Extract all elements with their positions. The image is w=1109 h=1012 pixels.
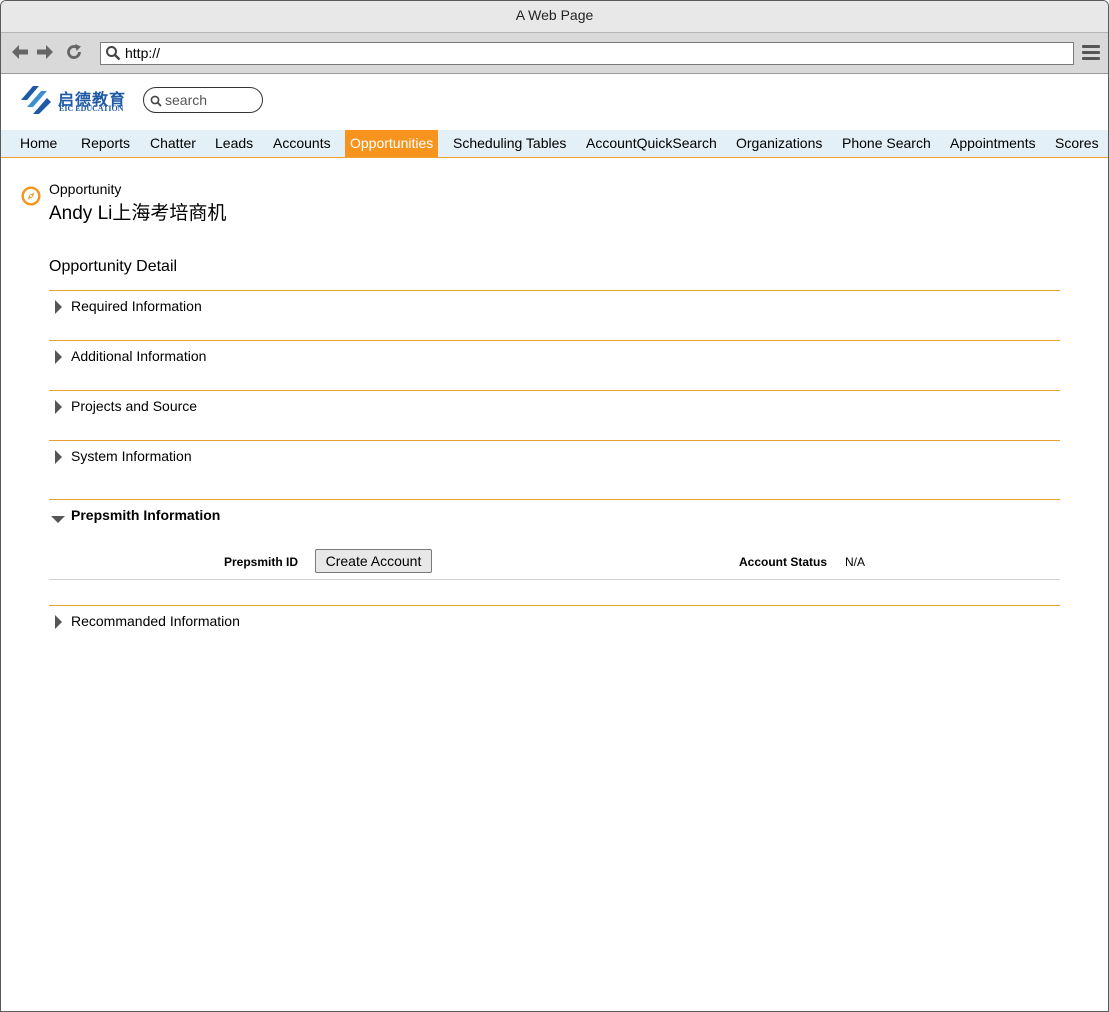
tab-phone-search[interactable]: Phone Search [832, 130, 941, 157]
search-icon [150, 94, 162, 112]
section-label: Projects and Source [71, 398, 198, 414]
create-account-button[interactable]: Create Account [315, 549, 432, 573]
account-status-value: N/A [845, 555, 866, 569]
browser-toolbar [1, 33, 1108, 74]
tab-account-quick-search[interactable]: AccountQuickSearch [576, 130, 727, 157]
tab-scores[interactable]: Scores [1045, 130, 1108, 157]
section-divider [49, 440, 1060, 441]
section-label: Additional Information [71, 348, 207, 364]
caret-right-icon [53, 450, 63, 469]
tab-chatter[interactable]: Chatter [140, 130, 206, 157]
search-input[interactable] [165, 91, 255, 108]
section-label: Recommanded Information [71, 613, 240, 629]
address-bar[interactable] [100, 42, 1074, 65]
prepsmith-id-label: Prepsmith ID [224, 555, 299, 569]
window-title: A Web Page [1, 1, 1108, 33]
account-status-label: Account Status [739, 555, 828, 569]
tab-accounts[interactable]: Accounts [263, 130, 341, 157]
hamburger-menu-icon[interactable] [1082, 45, 1100, 61]
section-divider [49, 499, 1060, 500]
tab-opportunities[interactable]: Opportunities [345, 130, 439, 157]
record-type-label: Opportunity [49, 181, 122, 197]
caret-right-icon [53, 350, 63, 369]
forward-arrow-icon[interactable] [35, 42, 55, 62]
reload-icon[interactable] [64, 42, 84, 62]
caret-down-icon [51, 511, 65, 529]
eic-logo[interactable]: 启德教育 EIC EDUCATION [18, 83, 133, 119]
logo-english-text: EIC EDUCATION [59, 104, 124, 113]
caret-right-icon [53, 400, 63, 419]
tab-reports[interactable]: Reports [71, 130, 140, 157]
search-icon [105, 45, 121, 66]
logo-mark-icon [21, 86, 51, 114]
section-divider [49, 390, 1060, 391]
main-nav: Home Reports Chatter Leads Accounts Oppo… [1, 130, 1108, 158]
record-name: Andy Li上海考培商机 [49, 203, 227, 224]
caret-right-icon [53, 615, 63, 634]
tab-home[interactable]: Home [10, 130, 67, 157]
site-search-box[interactable] [143, 87, 263, 113]
section-label: Required Information [71, 298, 202, 314]
caret-right-icon [53, 300, 63, 319]
section-divider [49, 605, 1060, 606]
section-divider [49, 290, 1060, 291]
url-input[interactable] [125, 44, 1055, 62]
section-label: System Information [71, 448, 192, 464]
opportunity-compass-icon [21, 186, 41, 206]
back-arrow-icon[interactable] [10, 42, 30, 62]
detail-title: Opportunity Detail [49, 258, 178, 275]
tab-leads[interactable]: Leads [205, 130, 263, 157]
tab-appointments[interactable]: Appointments [940, 130, 1046, 157]
section-divider [49, 340, 1060, 341]
tab-scheduling-tables[interactable]: Scheduling Tables [443, 130, 576, 157]
browser-window: A Web Page 启德教育 E [0, 0, 1109, 1012]
field-row-divider [49, 579, 1060, 580]
tab-organizations[interactable]: Organizations [726, 130, 832, 157]
section-label: Prepsmith Information [71, 507, 221, 523]
